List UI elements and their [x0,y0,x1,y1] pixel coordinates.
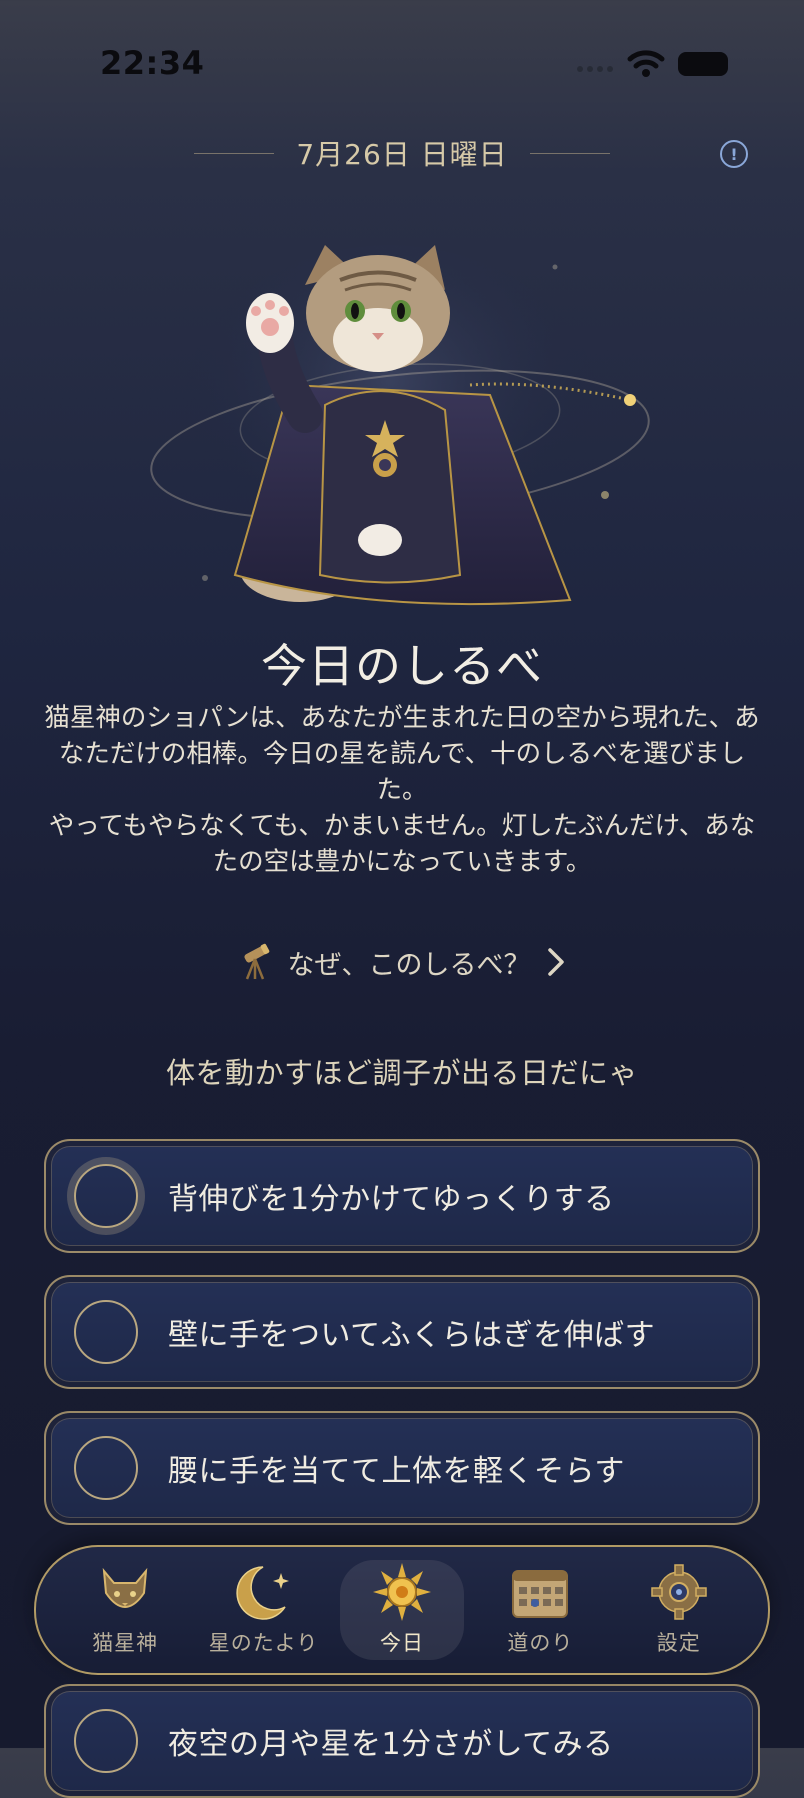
task-checkbox[interactable] [74,1436,138,1500]
info-circle-icon[interactable]: ! [720,140,748,168]
date-text: 7月26日 日曜日 [296,138,508,171]
tab-today[interactable]: 今日 [339,1560,464,1660]
tab-star-news[interactable]: 星のたより [202,1560,326,1660]
task-item[interactable]: 壁に手をついてふくらはぎを伸ばす [44,1275,760,1389]
task-item[interactable]: 背伸びを1分かけてゆっくりする [44,1139,760,1253]
task-checkbox[interactable] [74,1709,138,1773]
cat-message: 体を動かすほど調子が出る日だにゃ [165,1056,638,1090]
task-item[interactable]: 夜空の月や星を1分さがしてみる [44,1684,760,1798]
intro-text: 猫星神のショパンは、あなたが生まれた日の空から現れた、あなただけの相棒。今日の星… [40,700,764,880]
wifi-icon [627,50,665,77]
tab-label: 今日 [379,1631,424,1655]
task-checkbox[interactable] [74,1164,138,1228]
chevron-right-icon [547,948,564,976]
tab-settings[interactable]: 設定 [617,1560,741,1660]
tab-label: 道のり [507,1631,574,1655]
cat-emblem-icon [102,1567,148,1608]
task-checkbox[interactable] [74,1300,138,1364]
tab-bar: 猫星神 星のたより 今日 道のり 設定 [34,1545,770,1675]
tab-journey[interactable]: 道のり [478,1560,602,1660]
tab-label: 設定 [656,1631,701,1655]
task-label: 壁に手をついてふくらはぎを伸ばす [168,1318,656,1353]
divider [529,152,610,154]
why-link-label: なぜ、このしるべ？ [287,949,531,981]
task-label: 夜空の月や星を1分さがしてみる [168,1727,614,1762]
tab-cat-god[interactable]: 猫星神 [63,1560,187,1660]
tab-label: 猫星神 [92,1631,159,1655]
tab-label: 星のたより [208,1631,319,1655]
telescope-icon [243,943,269,980]
intro-paragraph: 猫星神のショパンは、あなたが生まれた日の空から現れた、あなただけの相棒。今日の星… [44,703,760,805]
why-link[interactable]: なぜ、このしるべ？ [0,942,804,982]
intro-paragraph: やってもやらなくても、かまいません。灯したぶんだけ、あなたの空は豊かになっていき… [48,811,756,877]
crescent-moon-icon [235,1566,289,1620]
task-label: 腰に手を当てて上体を軽くそらす [168,1454,625,1489]
sun-icon [372,1563,431,1621]
cat-star-god-illustration [150,245,650,606]
page-title: 今日のしるべ [261,639,543,693]
calendar-icon [512,1570,569,1618]
divider [194,152,275,154]
battery-icon [678,52,728,76]
signal-dots-icon [577,66,613,72]
task-label: 背伸びを1分かけてゆっくりする [168,1182,615,1217]
gear-icon [651,1564,707,1620]
date-header: 7月26日 日曜日 [0,133,804,173]
status-time: 22:34 [100,44,205,82]
task-item[interactable]: 腰に手を当てて上体を軽くそらす [44,1411,760,1525]
